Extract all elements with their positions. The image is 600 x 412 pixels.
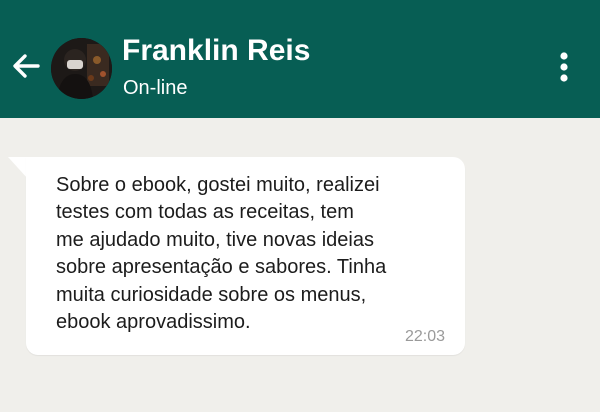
contact-status: On-line <box>123 77 188 99</box>
message-text: Sobre o ebook, gostei muito, realizei te… <box>56 172 456 336</box>
message-line: sobre apresentação e sabores. Tinha <box>56 256 387 279</box>
more-vertical-icon[interactable] <box>551 48 577 88</box>
message-line: testes com todas as receitas, tem <box>56 201 354 224</box>
avatar-photo <box>51 38 112 99</box>
message-timestamp: 22:03 <box>405 328 446 345</box>
bubble-tail <box>8 157 28 179</box>
message-line: me ajudado muito, tive novas ideias <box>56 228 374 251</box>
message-line: Sobre o ebook, gostei muito, realizei <box>56 174 380 196</box>
arrow-left-icon[interactable] <box>10 50 42 82</box>
avatar[interactable] <box>51 38 112 99</box>
message-line: ebook aprovadissimo. <box>56 311 251 334</box>
contact-name[interactable]: Franklin Reis <box>122 32 310 70</box>
message-line: muita curiosidade sobre os menus, <box>56 283 367 306</box>
chat-header: Franklin Reis On-line <box>0 0 600 118</box>
